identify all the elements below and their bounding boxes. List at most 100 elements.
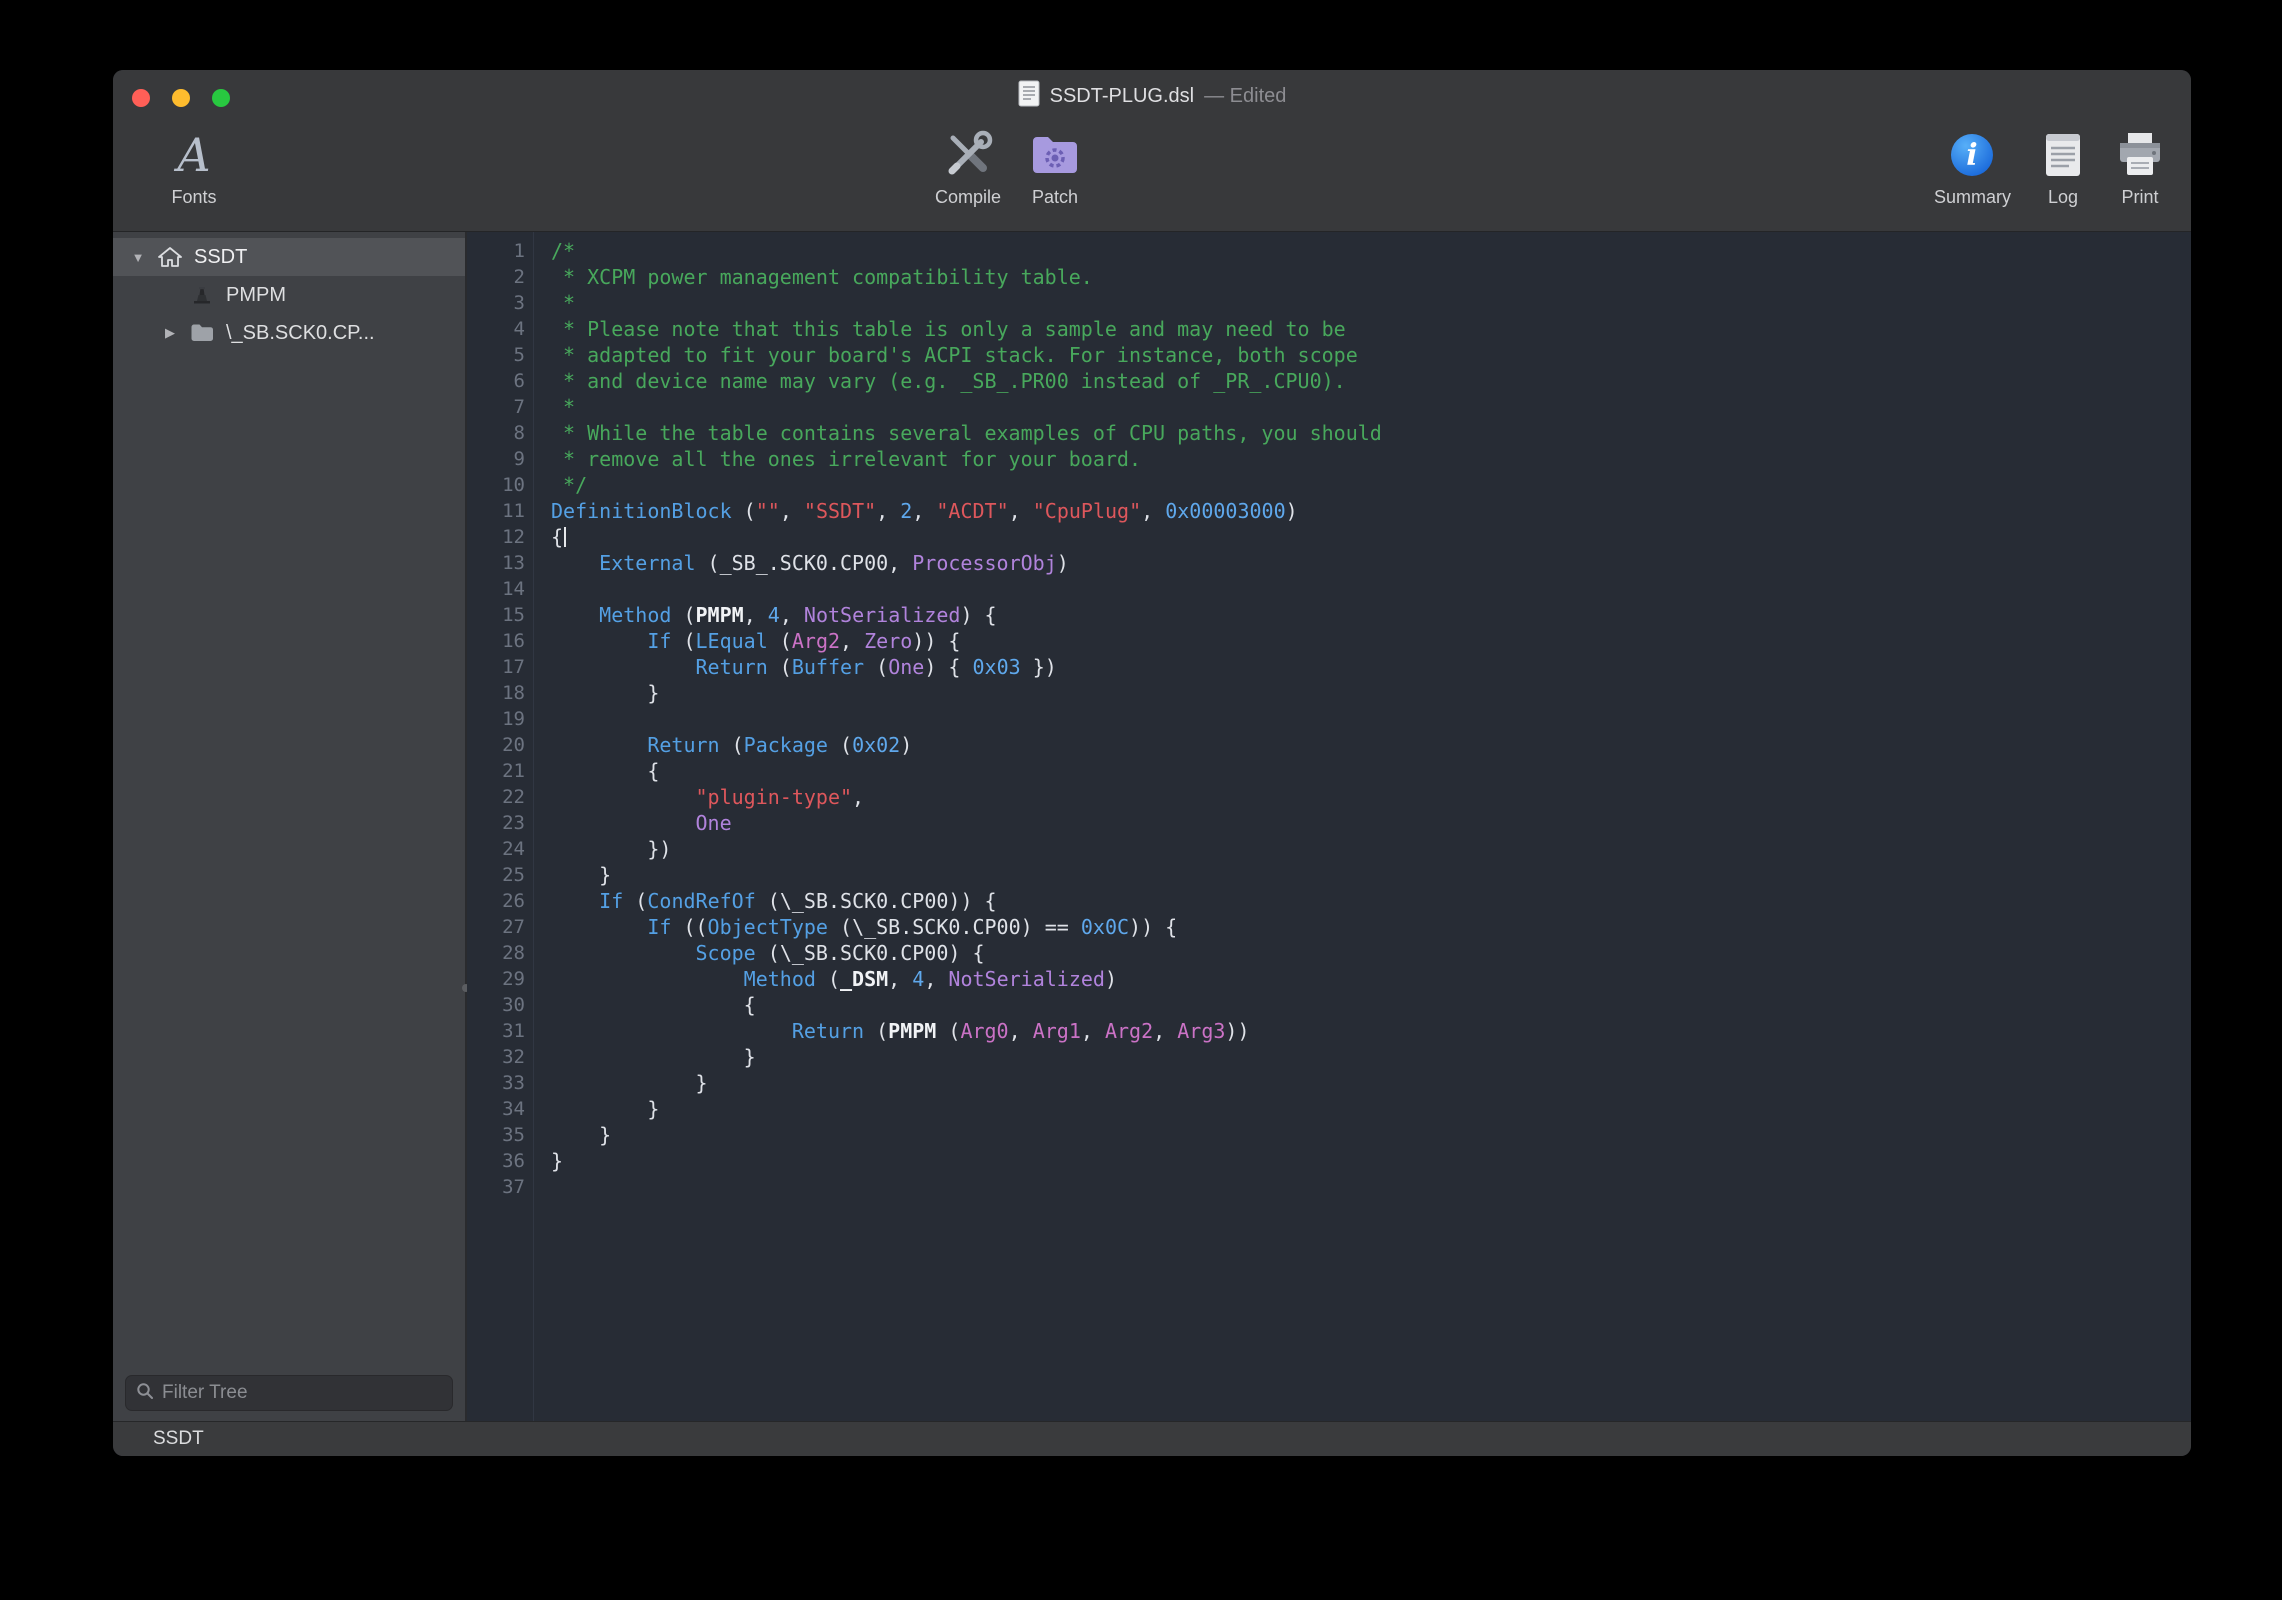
code-text: } xyxy=(537,1148,563,1174)
line-number: 35 xyxy=(467,1122,537,1148)
code-line[interactable]: 15 Method (PMPM, 4, NotSerialized) { xyxy=(467,602,2191,628)
tree-item-sb-sck0-cp[interactable]: ▶\_SB.SCK0.CP... xyxy=(113,314,465,352)
code-text: If (CondRefOf (\_SB.SCK0.CP00)) { xyxy=(537,888,997,914)
code-text: * Please note that this table is only a … xyxy=(537,316,1346,342)
code-line[interactable]: 14 xyxy=(467,576,2191,602)
code-line[interactable]: 11DefinitionBlock ("", "SSDT", 2, "ACDT"… xyxy=(467,498,2191,524)
folder-icon xyxy=(185,323,219,343)
code-text: * and device name may vary (e.g. _SB_.PR… xyxy=(537,368,1346,394)
log-button[interactable]: Log xyxy=(2041,128,2085,208)
code-text: Scope (\_SB.SCK0.CP00) { xyxy=(537,940,985,966)
compile-button[interactable]: Compile xyxy=(935,128,1001,208)
line-number: 9 xyxy=(467,446,537,472)
code-line[interactable]: 10 */ xyxy=(467,472,2191,498)
summary-button[interactable]: i Summary xyxy=(1934,128,2011,208)
code-line[interactable]: 18 } xyxy=(467,680,2191,706)
code-line[interactable]: 30 { xyxy=(467,992,2191,1018)
disclosure-triangle-icon[interactable]: ▶ xyxy=(155,325,185,341)
line-number: 3 xyxy=(467,290,537,316)
code-line[interactable]: 23 One xyxy=(467,810,2191,836)
code-line[interactable]: 33 } xyxy=(467,1070,2191,1096)
line-number: 26 xyxy=(467,888,537,914)
code-text: } xyxy=(537,1096,659,1122)
code-line[interactable]: 32 } xyxy=(467,1044,2191,1070)
code-line[interactable]: 37 xyxy=(467,1174,2191,1200)
code-line[interactable]: 3 * xyxy=(467,290,2191,316)
line-number: 1 xyxy=(467,238,537,264)
line-number: 23 xyxy=(467,810,537,836)
filter-tree-field[interactable] xyxy=(125,1375,453,1411)
summary-label: Summary xyxy=(1934,187,2011,208)
code-editor[interactable]: 1/*2 * XCPM power management compatibili… xyxy=(467,232,2191,1421)
code-line[interactable]: 8 * While the table contains several exa… xyxy=(467,420,2191,446)
patch-button[interactable]: Patch xyxy=(1029,128,1081,208)
print-label: Print xyxy=(2121,187,2158,208)
code-text xyxy=(537,576,551,602)
code-line[interactable]: 12{ xyxy=(467,524,2191,550)
code-text: { xyxy=(537,524,566,550)
line-number: 31 xyxy=(467,1018,537,1044)
line-number: 24 xyxy=(467,836,537,862)
code-line[interactable]: 28 Scope (\_SB.SCK0.CP00) { xyxy=(467,940,2191,966)
line-number: 33 xyxy=(467,1070,537,1096)
disclosure-triangle-icon[interactable]: ▼ xyxy=(123,250,153,265)
code-line[interactable]: 2 * XCPM power management compatibility … xyxy=(467,264,2191,290)
print-icon xyxy=(2115,128,2165,182)
line-number: 16 xyxy=(467,628,537,654)
code-line[interactable]: 35 } xyxy=(467,1122,2191,1148)
code-line[interactable]: 5 * adapted to fit your board's ACPI sta… xyxy=(467,342,2191,368)
line-number: 12 xyxy=(467,524,537,550)
code-line[interactable]: 26 If (CondRefOf (\_SB.SCK0.CP00)) { xyxy=(467,888,2191,914)
code-line[interactable]: 22 "plugin-type", xyxy=(467,784,2191,810)
code-line[interactable]: 25 } xyxy=(467,862,2191,888)
code-line[interactable]: 1/* xyxy=(467,238,2191,264)
toolbar: A Fonts xyxy=(113,122,2191,232)
code-text: } xyxy=(537,1122,611,1148)
code-text: Method (_DSM, 4, NotSerialized) xyxy=(537,966,1117,992)
code-line[interactable]: 7 * xyxy=(467,394,2191,420)
code-line[interactable]: 6 * and device name may vary (e.g. _SB_.… xyxy=(467,368,2191,394)
log-label: Log xyxy=(2048,187,2078,208)
code-line[interactable]: 21 { xyxy=(467,758,2191,784)
code-text xyxy=(537,1174,551,1200)
titlebar[interactable]: SSDT-PLUG.dsl — Edited xyxy=(113,70,2191,122)
code-line[interactable]: 16 If (LEqual (Arg2, Zero)) { xyxy=(467,628,2191,654)
line-number: 2 xyxy=(467,264,537,290)
line-number: 36 xyxy=(467,1148,537,1174)
line-number: 10 xyxy=(467,472,537,498)
code-line[interactable]: 9 * remove all the ones irrelevant for y… xyxy=(467,446,2191,472)
status-bar: SSDT xyxy=(113,1421,2191,1456)
svg-text:i: i xyxy=(1967,138,1978,173)
line-number: 14 xyxy=(467,576,537,602)
code-line[interactable]: 34 } xyxy=(467,1096,2191,1122)
code-line[interactable]: 24 }) xyxy=(467,836,2191,862)
code-line[interactable]: 19 xyxy=(467,706,2191,732)
code-line[interactable]: 27 If ((ObjectType (\_SB.SCK0.CP00) == 0… xyxy=(467,914,2191,940)
line-number: 27 xyxy=(467,914,537,940)
line-number: 34 xyxy=(467,1096,537,1122)
code-lines: 1/*2 * XCPM power management compatibili… xyxy=(467,238,2191,1200)
toolbar-right-group: i Summary xyxy=(1934,128,2165,208)
code-text: /* xyxy=(537,238,575,264)
code-text: If (LEqual (Arg2, Zero)) { xyxy=(537,628,960,654)
window-edited-label: — Edited xyxy=(1204,85,1286,108)
tree-item-pmpm[interactable]: PMPM xyxy=(113,276,465,314)
code-line[interactable]: 31 Return (PMPM (Arg0, Arg1, Arg2, Arg3)… xyxy=(467,1018,2191,1044)
code-text xyxy=(537,706,551,732)
tree-item-label: SSDT xyxy=(194,246,247,269)
search-icon xyxy=(136,1382,154,1405)
filter-tree-input[interactable] xyxy=(162,1382,442,1404)
code-line[interactable]: 29 Method (_DSM, 4, NotSerialized) xyxy=(467,966,2191,992)
line-number: 25 xyxy=(467,862,537,888)
print-button[interactable]: Print xyxy=(2115,128,2165,208)
code-line[interactable]: 17 Return (Buffer (One) { 0x03 }) xyxy=(467,654,2191,680)
fonts-label: Fonts xyxy=(171,187,216,208)
code-line[interactable]: 4 * Please note that this table is only … xyxy=(467,316,2191,342)
code-line[interactable]: 20 Return (Package (0x02) xyxy=(467,732,2191,758)
code-text: * adapted to fit your board's ACPI stack… xyxy=(537,342,1358,368)
code-line[interactable]: 36} xyxy=(467,1148,2191,1174)
code-line[interactable]: 13 External (_SB_.SCK0.CP00, ProcessorOb… xyxy=(467,550,2191,576)
code-text: Return (PMPM (Arg0, Arg1, Arg2, Arg3)) xyxy=(537,1018,1250,1044)
fonts-button[interactable]: A Fonts xyxy=(149,128,239,208)
tree-item-ssdt[interactable]: ▼ SSDT xyxy=(113,238,465,276)
